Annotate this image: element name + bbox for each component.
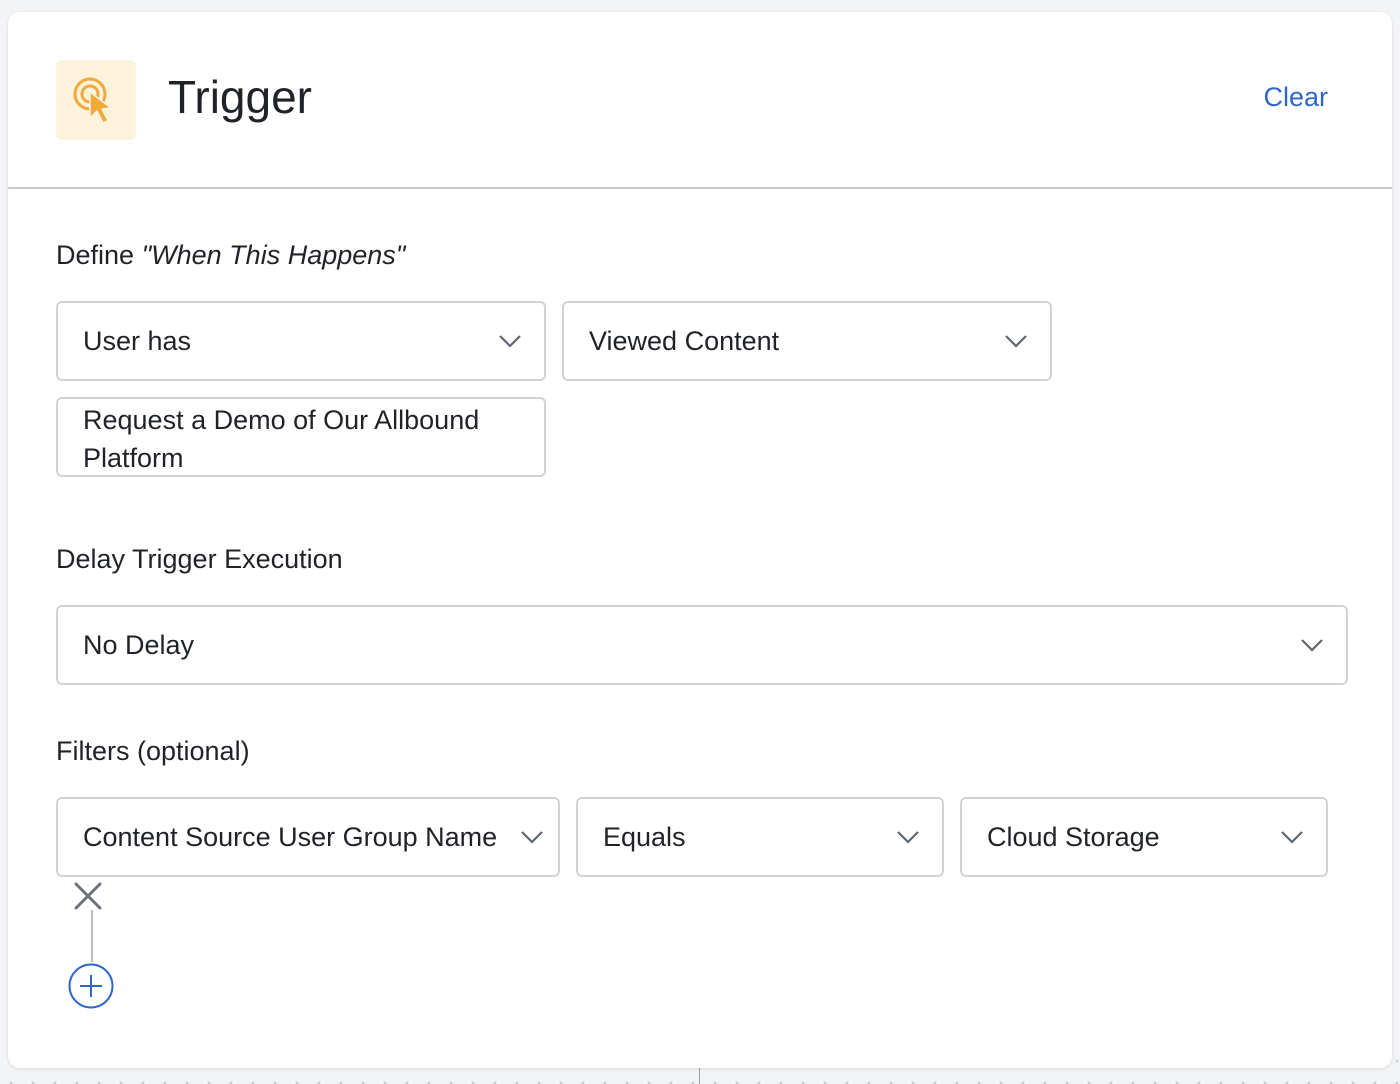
subject-select[interactable]: User has	[56, 301, 546, 381]
panel-header: Trigger Clear	[8, 12, 1392, 189]
chevron-down-icon	[1301, 639, 1323, 652]
delay-select-value: No Delay	[83, 629, 195, 660]
delay-label: Delay Trigger Execution	[56, 544, 343, 574]
filter-value-value: Cloud Storage	[987, 821, 1160, 852]
action-select[interactable]: Viewed Content	[562, 301, 1052, 381]
panel-title: Trigger	[168, 71, 312, 123]
filters-label: Filters (optional)	[56, 736, 250, 766]
chevron-down-icon	[897, 831, 919, 844]
trigger-panel: Trigger Clear Define "When This Happens"…	[8, 12, 1392, 1068]
filter-connector-line	[91, 910, 93, 962]
chevron-down-icon	[499, 335, 521, 348]
subject-select-value: User has	[83, 325, 192, 356]
content-select-value: Request a Demo of Our Allbound Platform	[83, 405, 480, 473]
filter-field-select[interactable]: Content Source User Group Name	[56, 797, 560, 877]
cursor-click-icon	[56, 60, 136, 140]
filter-operator-select[interactable]: Equals	[576, 797, 944, 877]
chevron-down-icon	[1005, 335, 1027, 348]
clear-button[interactable]: Clear	[1263, 82, 1328, 113]
define-label-prefix: Define	[56, 240, 142, 270]
add-filter-plus-icon[interactable]	[68, 963, 114, 1009]
chevron-down-icon	[521, 831, 543, 844]
define-label-quote: "When This Happens"	[141, 240, 406, 270]
delay-select[interactable]: No Delay	[56, 605, 1348, 685]
chevron-down-icon	[1281, 831, 1303, 844]
content-select[interactable]: Request a Demo of Our Allbound Platform	[56, 397, 546, 477]
define-label: Define "When This Happens"	[56, 240, 405, 271]
remove-filter-close-icon[interactable]	[70, 878, 106, 914]
filter-field-value: Content Source User Group Name	[83, 821, 498, 852]
filter-value-select[interactable]: Cloud Storage	[960, 797, 1328, 877]
filter-operator-value: Equals	[603, 821, 686, 852]
action-select-value: Viewed Content	[589, 325, 780, 356]
